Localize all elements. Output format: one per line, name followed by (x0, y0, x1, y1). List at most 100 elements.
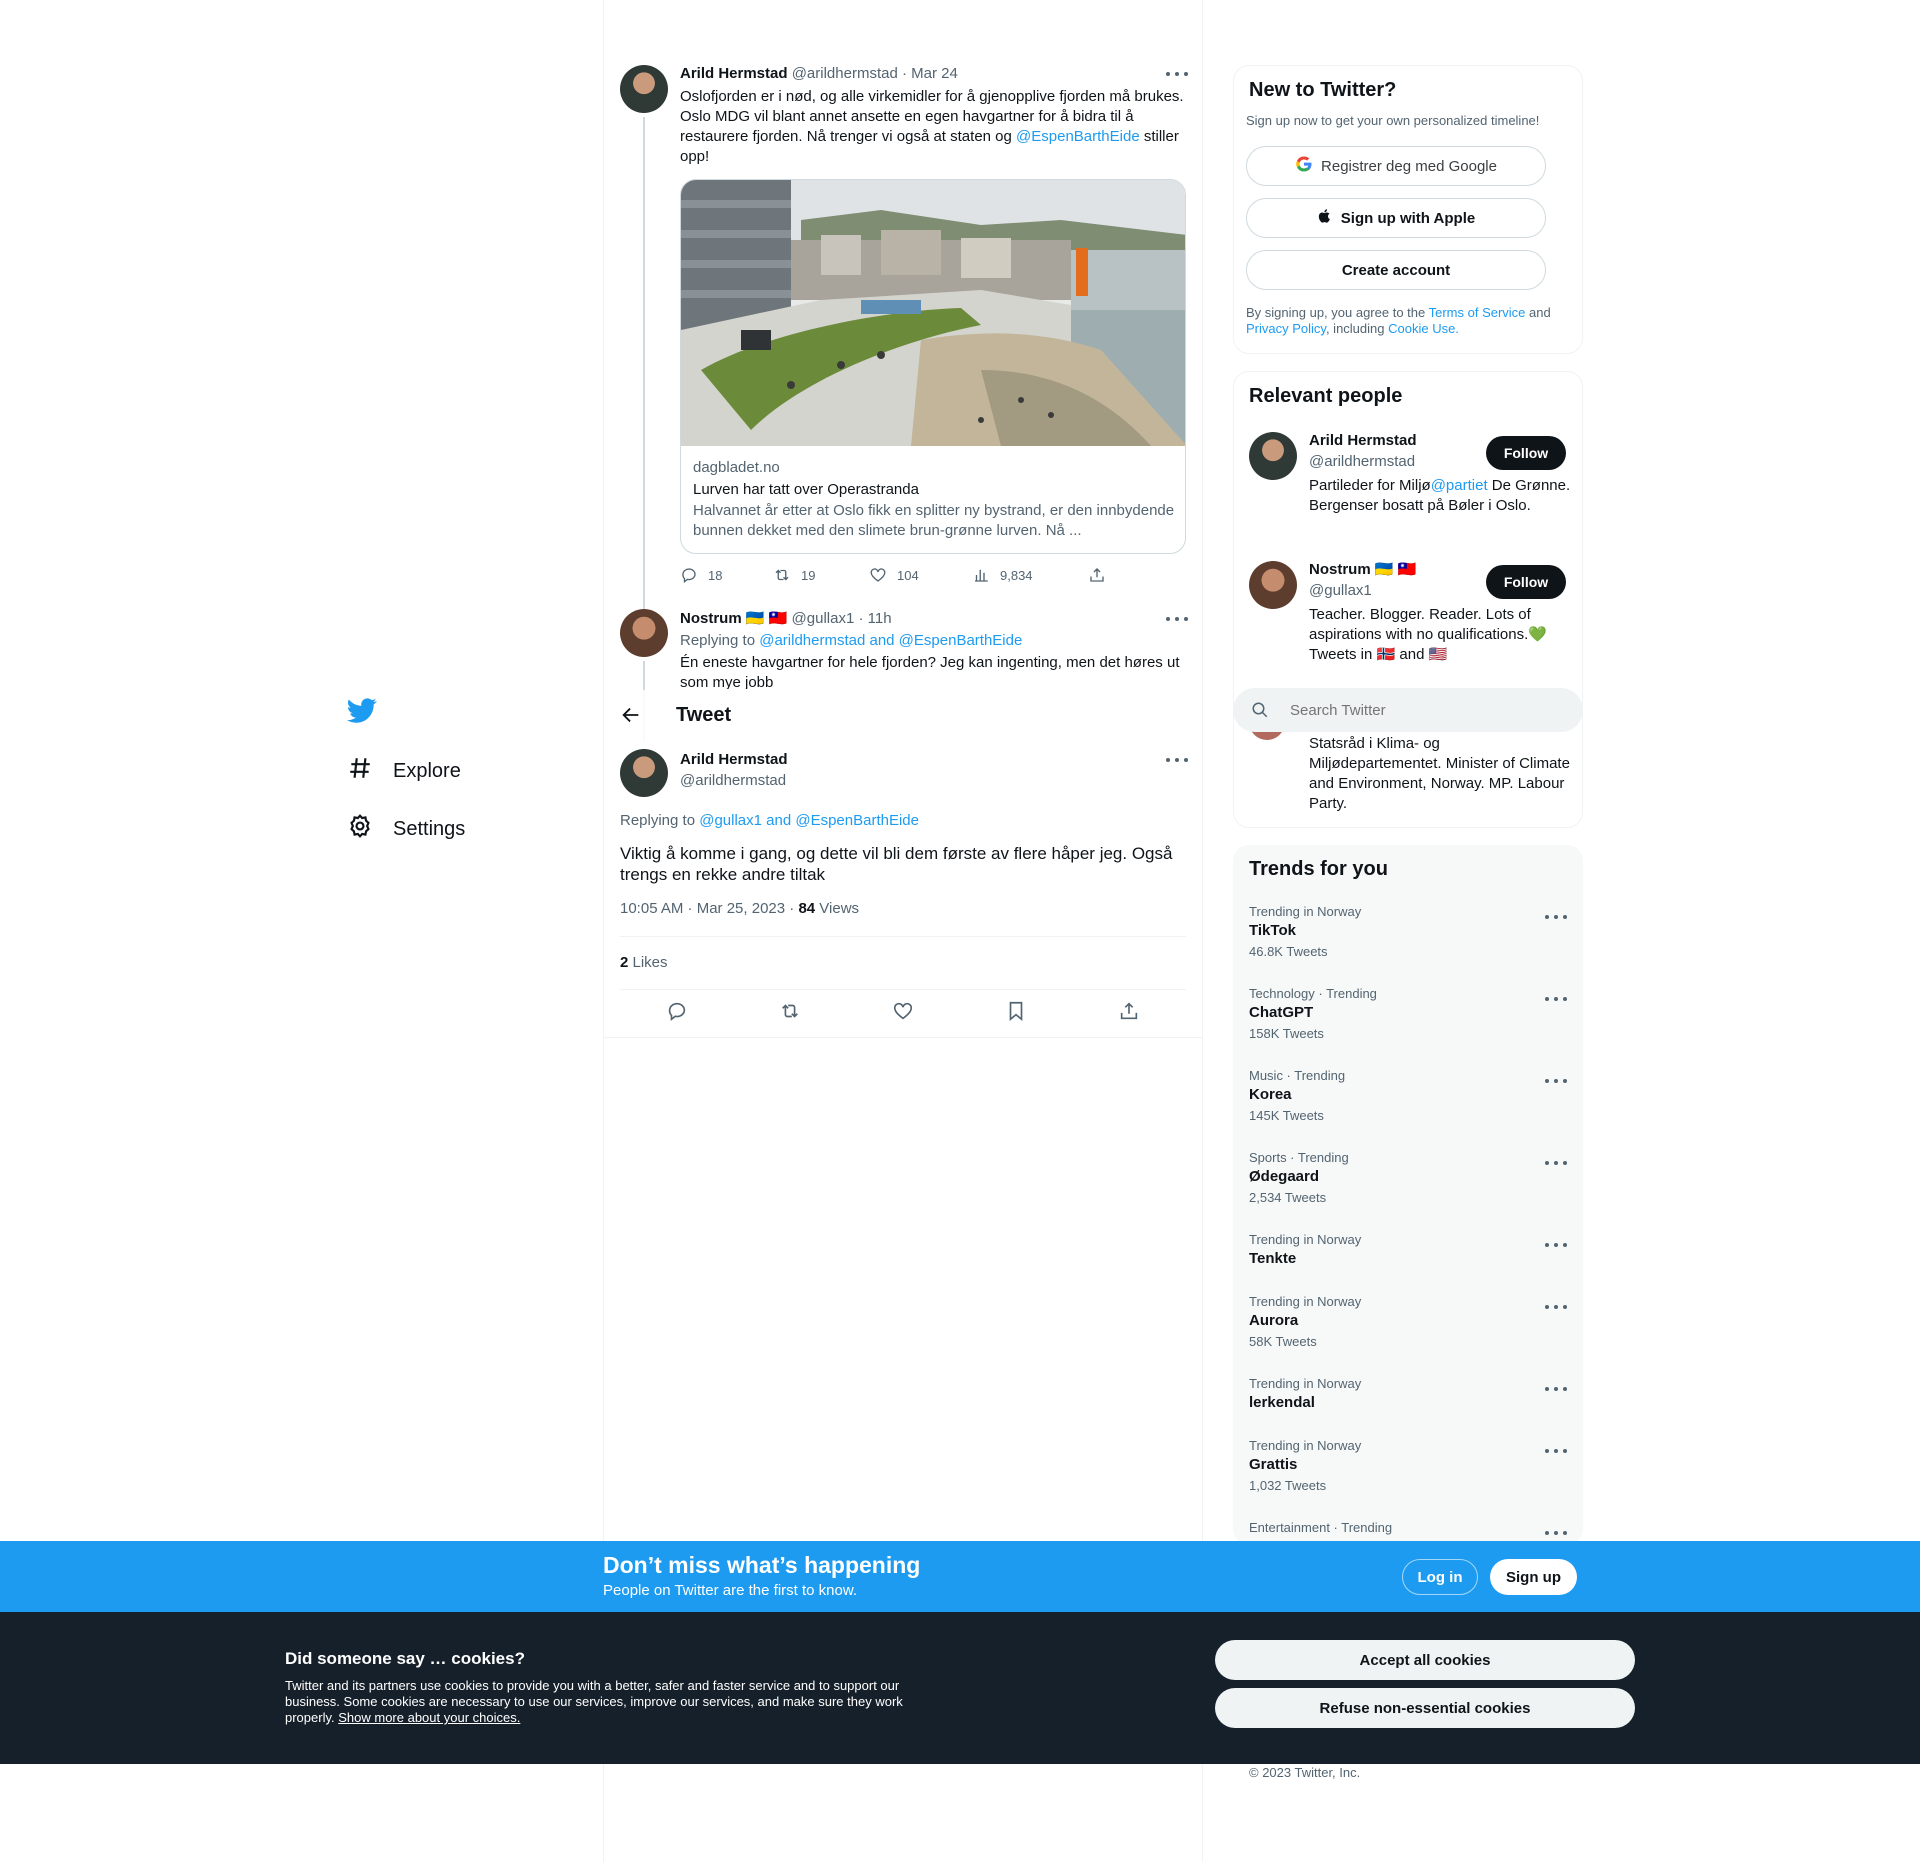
more-options-icon[interactable] (1545, 1160, 1567, 1166)
gear-icon (347, 813, 373, 845)
author-handle[interactable]: @arildhermstad (792, 65, 898, 82)
more-options-icon[interactable] (1166, 757, 1188, 763)
trend-item[interactable]: Trending in Norway Tenkte (1249, 1232, 1569, 1270)
tweet-timestamp[interactable]: 10:05 AM · Mar 25, 2023 · (620, 900, 798, 917)
person-handle[interactable]: @gullax1 (1309, 581, 1372, 601)
more-options-icon[interactable] (1545, 1078, 1567, 1084)
refuse-cookies-button[interactable]: Refuse non-essential cookies (1215, 1688, 1635, 1728)
trend-item[interactable]: Entertainment · Trending (1249, 1520, 1569, 1536)
more-options-icon[interactable] (1545, 996, 1567, 1002)
author-handle[interactable]: @gullax1 (792, 610, 855, 627)
bookmark-icon[interactable] (1005, 1000, 1027, 1027)
trend-item[interactable]: Trending in Norway Grattis 1,032 Tweets (1249, 1438, 1569, 1496)
likes-summary[interactable]: 2 Likes (620, 953, 668, 973)
author-name[interactable]: Arild Hermstad (680, 750, 788, 770)
trend-item[interactable]: Trending in Norway Aurora 58K Tweets (1249, 1294, 1569, 1352)
hashtag-icon (347, 755, 373, 787)
banner-title: Don’t miss what’s happening (603, 1552, 921, 1578)
nav-settings[interactable]: Settings (347, 813, 465, 845)
trend-item[interactable]: Technology · Trending ChatGPT 158K Tweet… (1249, 986, 1569, 1044)
trend-item[interactable]: Trending in Norway lerkendal (1249, 1376, 1569, 1414)
person-name[interactable]: Nostrum 🇺🇦 🇹🇼 (1309, 560, 1416, 580)
more-options-icon[interactable] (1166, 71, 1188, 77)
more-options-icon[interactable] (1166, 616, 1188, 622)
cookie-choices-link[interactable]: Show more about your choices. (338, 1710, 520, 1725)
more-options-icon[interactable] (1545, 1530, 1567, 1536)
follow-button[interactable]: Follow (1486, 565, 1566, 599)
mention-link[interactable]: @EspenBarthEide (1016, 128, 1140, 145)
person-name[interactable]: Arild Hermstad (1309, 431, 1417, 451)
avatar[interactable] (1249, 432, 1297, 480)
back-arrow-icon[interactable] (620, 704, 644, 728)
trend-context: Trending in Norway (1249, 1294, 1362, 1309)
apple-signup-button[interactable]: Sign up with Apple (1246, 198, 1546, 238)
reply-icon[interactable] (666, 1000, 688, 1027)
norway-flag: 🇳🇴 (1376, 646, 1396, 663)
trend-item[interactable]: Trending in Norway TikTok 46.8K Tweets (1249, 904, 1569, 962)
share-icon[interactable] (1118, 1000, 1140, 1027)
replying-to-mentions[interactable]: @arildhermstad and @EspenBarthEide (759, 632, 1022, 649)
search-bar[interactable] (1233, 688, 1583, 732)
replying-to-prefix: Replying to (620, 812, 700, 829)
terms-prefix: By signing up, you agree to the (1246, 305, 1429, 320)
author-handle[interactable]: @arildhermstad (680, 771, 786, 791)
trends-title: Trends for you (1249, 858, 1388, 880)
more-options-icon[interactable] (1545, 1386, 1567, 1392)
follow-button[interactable]: Follow (1486, 436, 1566, 470)
tweet-date[interactable]: · Mar 24 (902, 65, 958, 82)
trend-context: Music · Trending (1249, 1068, 1346, 1083)
trend-context: Trending in Norway (1249, 1232, 1362, 1247)
tweet-header: Arild Hermstad @arildhermstad · Mar 24 (680, 64, 958, 84)
green-heart-emoji: 💚 (1528, 626, 1547, 643)
avatar[interactable] (620, 749, 668, 797)
person-bio: Teacher. Blogger. Reader. Lots of aspira… (1309, 605, 1571, 665)
share-button[interactable] (1088, 566, 1106, 584)
replying-to-mentions[interactable]: @gullax1 and @EspenBarthEide (699, 812, 919, 829)
terms-link[interactable]: Terms of Service (1429, 305, 1526, 320)
reply-icon (682, 568, 696, 584)
terms-including: , including (1325, 321, 1389, 336)
more-options-icon[interactable] (1545, 914, 1567, 920)
google-signup-button[interactable]: Registrer deg med Google (1246, 146, 1546, 186)
heart-icon[interactable] (892, 1000, 914, 1027)
trend-item[interactable]: Music · Trending Korea 145K Tweets (1249, 1068, 1569, 1126)
more-options-icon[interactable] (1545, 1242, 1567, 1248)
trend-item[interactable]: Sports · Trending Ødegaard 2,534 Tweets (1249, 1150, 1569, 1208)
cookie-title: Did someone say … cookies? (285, 1649, 525, 1668)
trend-name: TikTok (1249, 922, 1296, 939)
avatar[interactable] (1249, 561, 1297, 609)
retweet-button[interactable]: 19 (773, 566, 869, 584)
copyright: © 2023 Twitter, Inc. (1249, 1765, 1361, 1780)
tweet-text: Én eneste havgartner for hele fjorden? J… (680, 654, 1180, 689)
accept-cookies-button[interactable]: Accept all cookies (1215, 1640, 1635, 1680)
nav-explore[interactable]: Explore (347, 755, 461, 787)
login-button[interactable]: Log in (1402, 1559, 1478, 1595)
reply-button[interactable]: 18 (680, 566, 773, 584)
retweet-count: 19 (801, 567, 816, 583)
tweet-header: Nostrum 🇺🇦 🇹🇼 @gullax1 · 11h (680, 609, 892, 629)
privacy-link[interactable]: Privacy Policy (1246, 321, 1326, 336)
avatar[interactable] (620, 609, 668, 657)
person-handle[interactable]: @arildhermstad (1309, 452, 1415, 472)
signup-terms: By signing up, you agree to the Terms of… (1246, 305, 1566, 337)
twitter-logo-icon[interactable] (346, 695, 377, 725)
like-button[interactable]: 104 (869, 566, 972, 584)
tweet-date[interactable]: · 11h (858, 610, 891, 627)
author-name[interactable]: Arild Hermstad (680, 65, 788, 82)
search-input[interactable] (1290, 700, 1560, 720)
create-account-button[interactable]: Create account (1246, 250, 1546, 290)
banner-signup-button[interactable]: Sign up (1490, 1559, 1577, 1595)
page-title: Tweet (676, 704, 732, 726)
more-options-icon[interactable] (1545, 1304, 1567, 1310)
likes-label: Likes (628, 954, 668, 971)
views-button[interactable]: 9,834 (972, 566, 1088, 584)
author-name[interactable]: Nostrum (680, 610, 742, 627)
bio-text: and (1395, 646, 1429, 663)
cookie-use-link[interactable]: Cookie Use. (1388, 321, 1459, 336)
tweet-meta: 10:05 AM · Mar 25, 2023 · 84 Views (620, 899, 859, 919)
retweet-icon[interactable] (779, 1000, 801, 1027)
more-options-icon[interactable] (1545, 1448, 1567, 1454)
bio-mention[interactable]: @partiet (1431, 477, 1488, 494)
avatar[interactable] (620, 65, 668, 113)
link-card[interactable]: dagbladet.no Lurven har tatt over Operas… (680, 179, 1186, 554)
